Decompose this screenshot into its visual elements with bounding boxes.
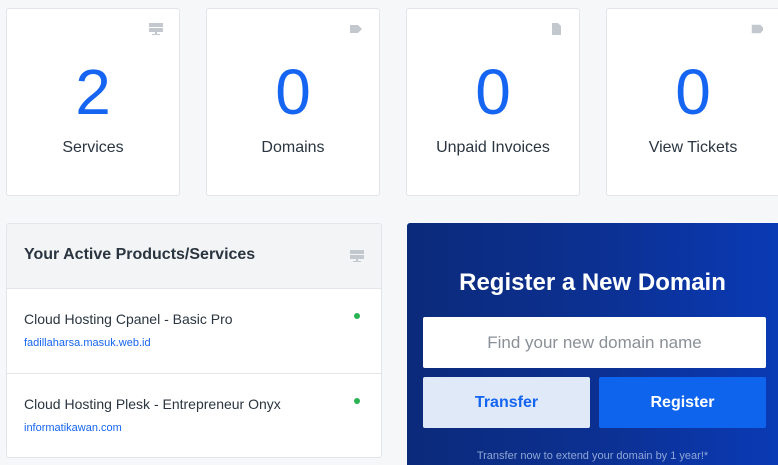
service-row[interactable]: Cloud Hosting Plesk - Entrepreneur Onyx … bbox=[7, 374, 381, 457]
service-domain-link[interactable]: informatikawan.com bbox=[24, 422, 122, 434]
status-active-dot bbox=[354, 398, 360, 404]
stat-tile-view-tickets[interactable]: 0 View Tickets bbox=[606, 8, 778, 196]
stat-tile-unpaid-invoices[interactable]: 0 Unpaid Invoices bbox=[406, 8, 580, 196]
status-active-dot bbox=[354, 313, 360, 319]
server-icon bbox=[350, 250, 364, 262]
domains-count: 0 bbox=[275, 56, 311, 128]
tag-icon bbox=[350, 25, 362, 33]
service-name: Cloud Hosting Plesk - Entrepreneur Onyx bbox=[24, 396, 281, 412]
ticket-icon bbox=[751, 24, 763, 34]
service-row[interactable]: Cloud Hosting Cpanel - Basic Pro fadilla… bbox=[7, 289, 381, 374]
stat-tile-domains[interactable]: 0 Domains bbox=[206, 8, 380, 196]
active-products-panel: Your Active Products/Services Cloud Host… bbox=[6, 223, 382, 458]
transfer-promo-note: Transfer now to extend your domain by 1 … bbox=[476, 450, 709, 462]
register-domain-panel: Register a New Domain Transfer Register … bbox=[407, 223, 778, 465]
service-name: Cloud Hosting Cpanel - Basic Pro bbox=[24, 311, 233, 327]
service-domain-link[interactable]: fadillaharsa.masuk.web.id bbox=[24, 337, 151, 349]
transfer-button[interactable]: Transfer bbox=[423, 377, 590, 428]
tickets-count: 0 bbox=[675, 56, 711, 128]
domains-label: Domains bbox=[261, 139, 325, 156]
server-icon bbox=[149, 23, 163, 35]
stat-tile-services[interactable]: 2 Services bbox=[6, 8, 180, 196]
services-label: Services bbox=[62, 139, 124, 156]
tickets-label: View Tickets bbox=[648, 139, 738, 156]
services-count: 2 bbox=[75, 56, 111, 128]
domain-search-input[interactable] bbox=[423, 317, 766, 368]
file-icon bbox=[552, 23, 561, 35]
unpaid-invoices-label: Unpaid Invoices bbox=[436, 139, 550, 156]
register-button[interactable]: Register bbox=[599, 377, 766, 428]
panel-header: Your Active Products/Services bbox=[7, 224, 381, 289]
panel-title: Your Active Products/Services bbox=[24, 246, 256, 263]
unpaid-invoices-count: 0 bbox=[475, 56, 511, 128]
register-domain-title: Register a New Domain bbox=[459, 269, 726, 296]
